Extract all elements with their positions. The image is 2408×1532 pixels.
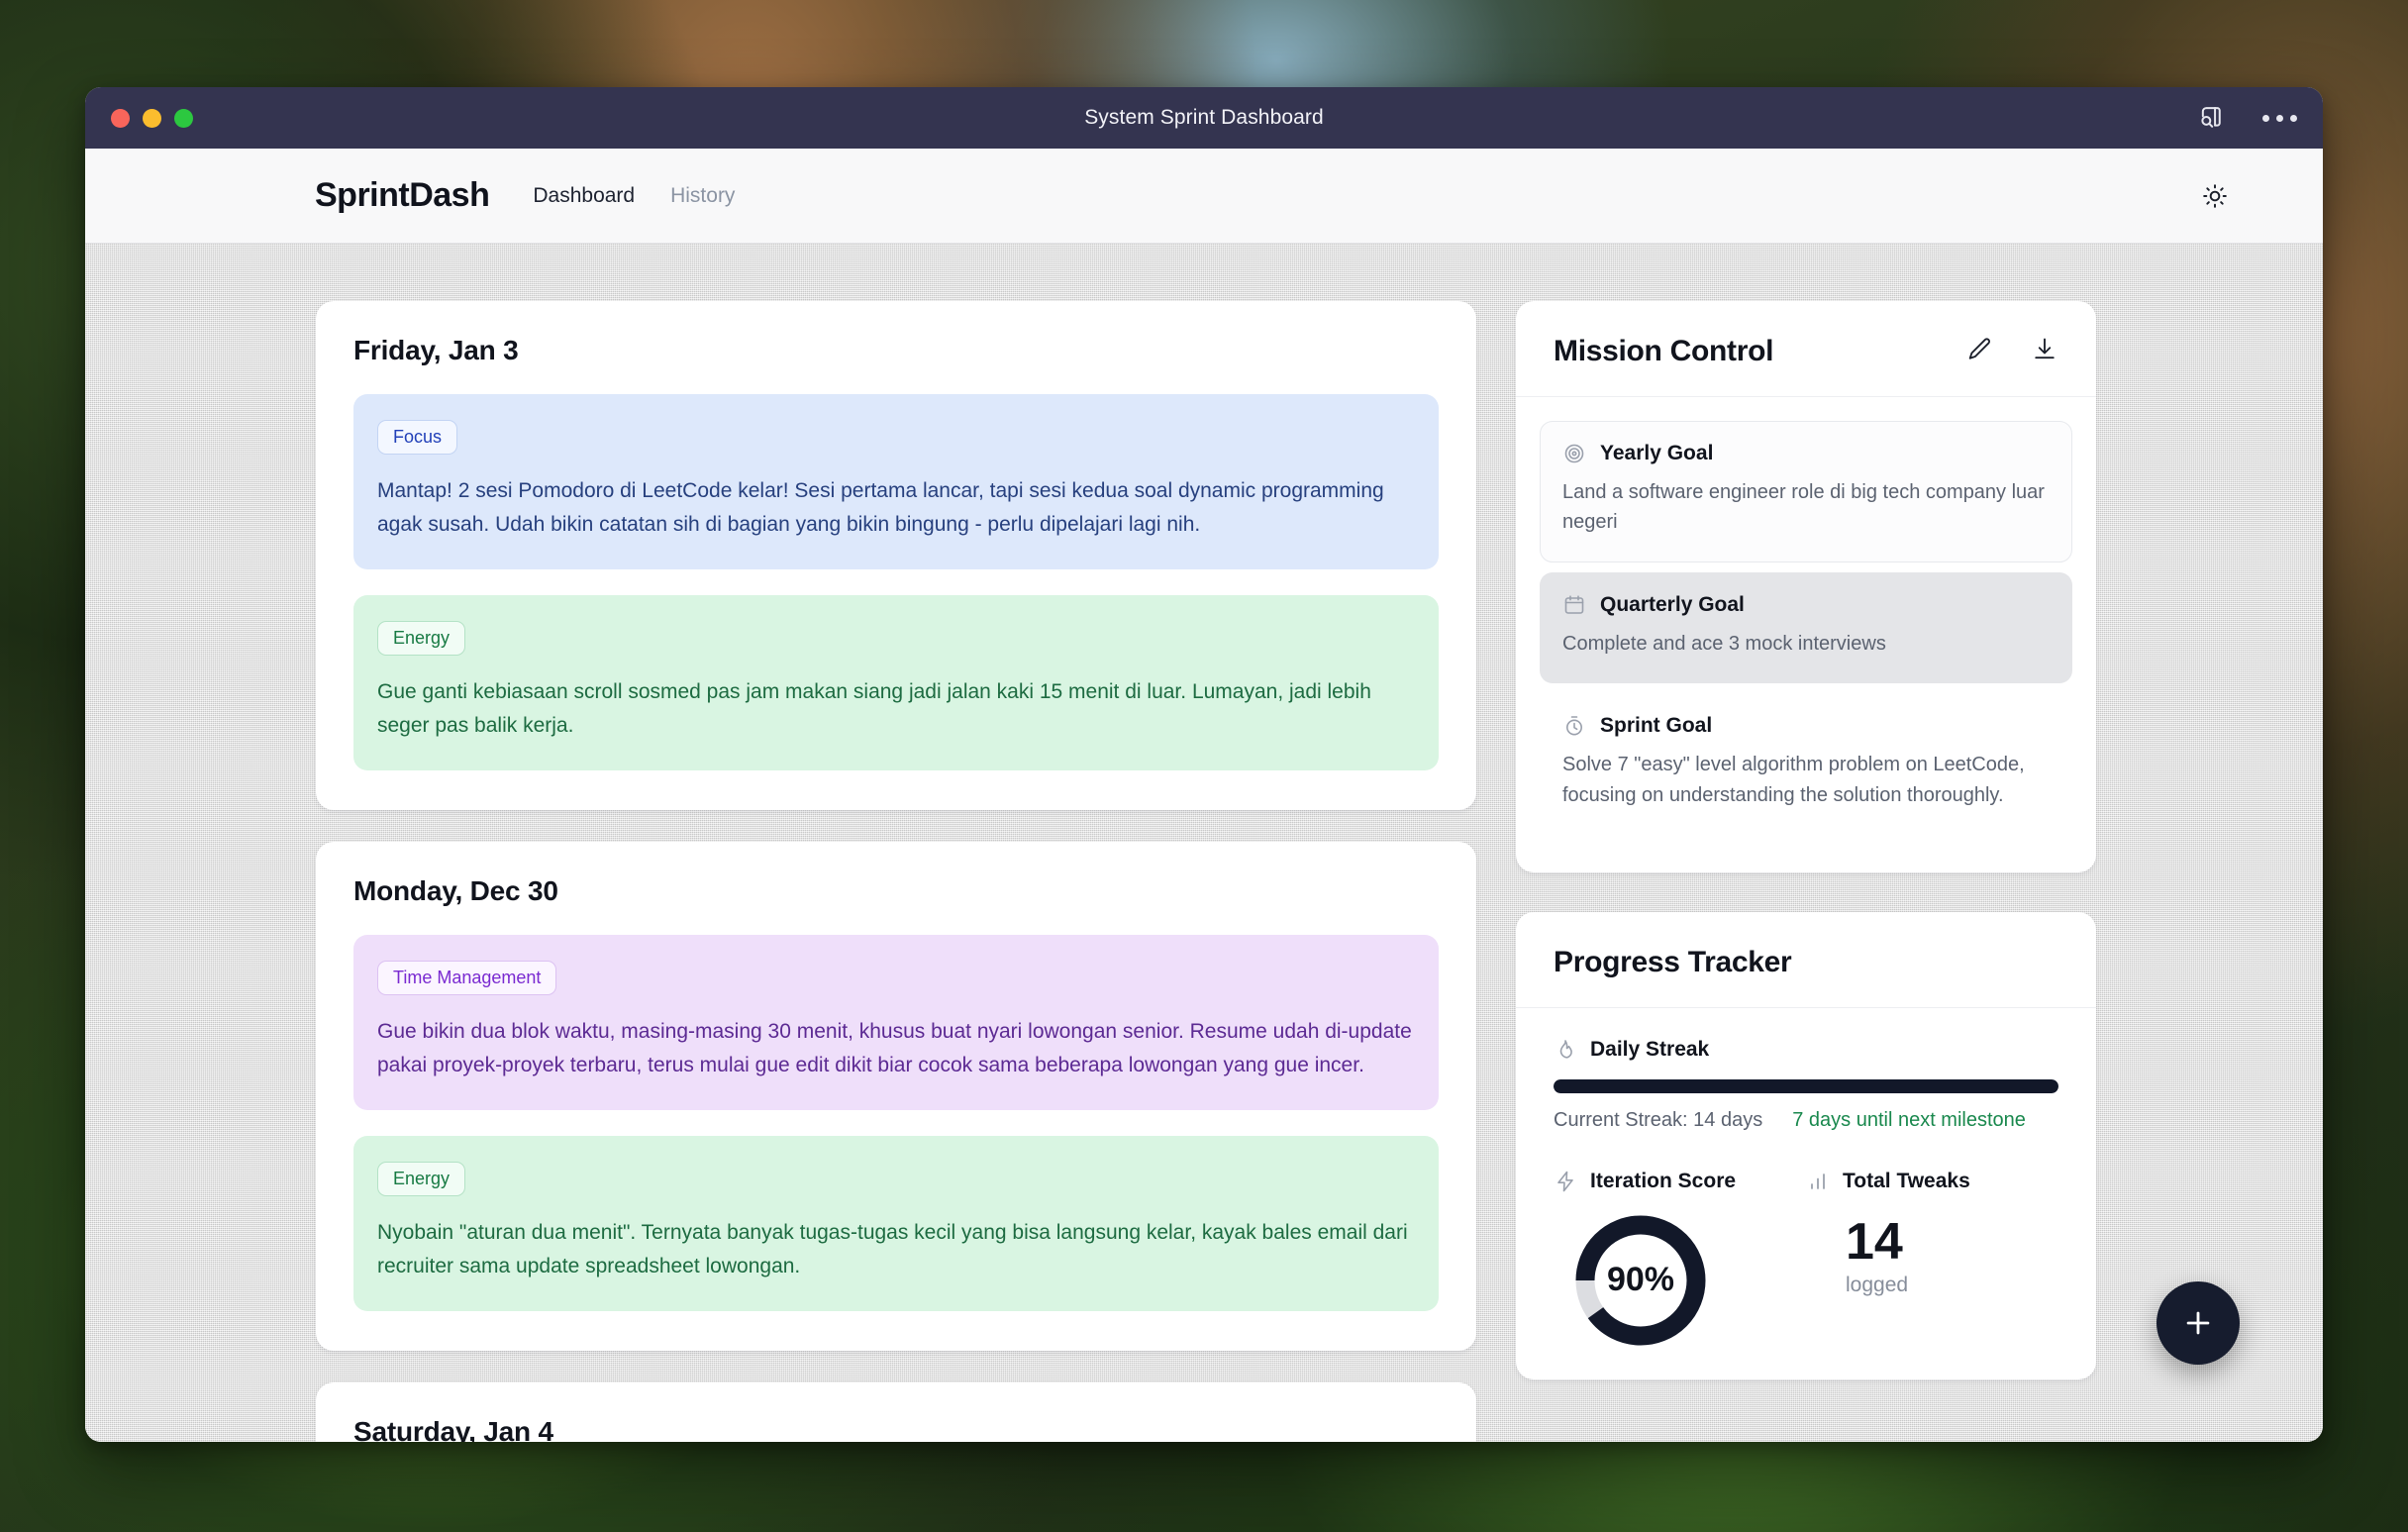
mission-control-actions <box>1965 336 2058 368</box>
progress-tracker-header: Progress Tracker <box>1516 912 2096 1008</box>
app-window: System Sprint Dashboard SprintDash Dashb… <box>85 87 2323 1442</box>
calendar-icon <box>1562 593 1586 617</box>
goal-header: Yearly Goal <box>1562 442 2050 465</box>
day-card: Monday, Dec 30 Time Management Gue bikin… <box>316 842 1476 1352</box>
panel-title: Progress Tracker <box>1554 945 1792 978</box>
total-tweaks-value: 14 <box>1846 1212 1903 1271</box>
day-title: Monday, Dec 30 <box>353 875 558 907</box>
bar-chart-icon <box>1806 1170 1830 1193</box>
next-milestone-text: 7 days until next milestone <box>1792 1108 2026 1131</box>
daily-streak-progress-bar <box>1554 1078 2058 1093</box>
window-titlebar: System Sprint Dashboard <box>85 87 2323 149</box>
window-title: System Sprint Dashboard <box>1084 106 1324 129</box>
journal-column: Friday, Jan 3 Focus Mantap! 2 sesi Pomod… <box>316 301 1476 1442</box>
total-tweaks-caption: logged <box>1846 1273 1909 1296</box>
total-tweaks-header: Total Tweaks <box>1806 1170 2058 1193</box>
add-entry-fab[interactable] <box>2157 1281 2240 1365</box>
total-tweaks-value-wrap: 14 logged <box>1806 1215 2058 1297</box>
sun-icon[interactable] <box>2202 183 2228 209</box>
iteration-score-donut: 90% <box>1575 1215 1706 1346</box>
mission-control-panel: Mission Control Yearly Goal Land a softw… <box>1516 301 2096 872</box>
search-document-icon[interactable] <box>2197 104 2225 132</box>
goal-item-yearly[interactable]: Yearly Goal Land a software engineer rol… <box>1540 421 2072 562</box>
maximize-window-button[interactable] <box>174 108 193 128</box>
close-window-button[interactable] <box>111 108 130 128</box>
flame-icon <box>1554 1038 1577 1062</box>
current-streak-text: Current Streak: 14 days <box>1554 1108 1763 1131</box>
iteration-score-label: Iteration Score <box>1590 1169 1737 1192</box>
goal-item-sprint[interactable]: Sprint Goal Solve 7 "easy" level algorit… <box>1540 693 2072 835</box>
goal-label: Sprint Goal <box>1600 714 1713 738</box>
day-title: Friday, Jan 3 <box>353 335 519 365</box>
entry-tag: Energy <box>377 1162 466 1197</box>
plus-icon <box>2186 1311 2210 1335</box>
goal-item-quarterly[interactable]: Quarterly Goal Complete and ace 3 mock i… <box>1540 571 2072 684</box>
entry-text: Gue ganti kebiasaan scroll sosmed pas ja… <box>377 680 1371 738</box>
timer-icon <box>1562 714 1586 738</box>
brand-logo[interactable]: SprintDash <box>315 176 490 215</box>
more-options-icon[interactable] <box>2262 114 2297 122</box>
titlebar-actions <box>2197 104 2297 132</box>
journal-entry[interactable]: Time Management Gue bikin dua blok waktu… <box>353 935 1439 1111</box>
goal-description: Complete and ace 3 mock interviews <box>1562 632 1886 655</box>
mission-control-header: Mission Control <box>1516 301 2096 397</box>
goal-header: Sprint Goal <box>1562 714 2050 738</box>
target-icon <box>1562 442 1586 465</box>
journal-entry[interactable]: Focus Mantap! 2 sesi Pomodoro di LeetCod… <box>353 394 1439 570</box>
journal-entry[interactable]: Energy Nyobain "aturan dua menit". Terny… <box>353 1136 1439 1312</box>
app-header: SprintDash Dashboard History <box>85 149 2323 244</box>
goal-description: Land a software engineer role di big tec… <box>1562 481 2045 534</box>
mission-control-body: Yearly Goal Land a software engineer rol… <box>1516 397 2096 872</box>
traffic-lights <box>111 108 193 128</box>
goal-description: Solve 7 "easy" level algorithm problem o… <box>1562 754 2025 806</box>
pencil-icon[interactable] <box>1965 336 1993 368</box>
progress-tracker-panel: Progress Tracker Daily Streak Current St… <box>1516 911 2096 1379</box>
main-nav: Dashboard History <box>533 184 735 208</box>
total-tweaks-metric: Total Tweaks 14 logged <box>1806 1170 2058 1346</box>
streak-summary: Current Streak: 14 days 7 days until nex… <box>1554 1109 2058 1132</box>
panel-title: Mission Control <box>1554 335 1774 367</box>
daily-streak-progress-fill <box>1554 1078 2058 1093</box>
metrics-row: Iteration Score 90% Total Tweaks 14 logg… <box>1554 1170 2058 1346</box>
goal-label: Quarterly Goal <box>1600 592 1745 616</box>
entry-text: Mantap! 2 sesi Pomodoro di LeetCode kela… <box>377 479 1384 537</box>
dashboard-layout: Friday, Jan 3 Focus Mantap! 2 sesi Pomod… <box>85 244 2323 1442</box>
journal-entry[interactable]: Energy Gue ganti kebiasaan scroll sosmed… <box>353 595 1439 771</box>
daily-streak-label: Daily Streak <box>1590 1037 1710 1061</box>
dashboard-content: Friday, Jan 3 Focus Mantap! 2 sesi Pomod… <box>85 244 2323 1442</box>
lightning-icon <box>1554 1170 1577 1193</box>
entry-text: Nyobain "aturan dua menit". Ternyata ban… <box>377 1221 1408 1278</box>
entry-tag: Energy <box>377 621 466 657</box>
day-card: Saturday, Jan 4 <box>316 1382 1476 1442</box>
goal-label: Yearly Goal <box>1600 442 1714 464</box>
day-card: Friday, Jan 3 Focus Mantap! 2 sesi Pomod… <box>316 301 1476 811</box>
iteration-score-chart-wrap: 90% <box>1554 1215 1806 1346</box>
iteration-score-value: 90% <box>1606 1261 1675 1299</box>
iteration-score-header: Iteration Score <box>1554 1170 1806 1193</box>
total-tweaks-label: Total Tweaks <box>1843 1169 1970 1192</box>
nav-item-history[interactable]: History <box>670 184 735 208</box>
daily-streak-header: Daily Streak <box>1554 1038 2058 1062</box>
minimize-window-button[interactable] <box>143 108 161 128</box>
entry-text: Gue bikin dua blok waktu, masing-masing … <box>377 1020 1412 1077</box>
download-icon[interactable] <box>2031 336 2058 368</box>
iteration-score-metric: Iteration Score 90% <box>1554 1170 1806 1346</box>
progress-tracker-body: Daily Streak Current Streak: 14 days 7 d… <box>1516 1008 2096 1379</box>
nav-item-dashboard[interactable]: Dashboard <box>533 184 635 208</box>
goal-header: Quarterly Goal <box>1562 593 2050 617</box>
entry-tag: Focus <box>377 420 458 455</box>
day-title: Saturday, Jan 4 <box>353 1416 553 1442</box>
sidebar-column: Mission Control Yearly Goal Land a softw… <box>1516 301 2096 1442</box>
entry-tag: Time Management <box>377 961 557 996</box>
